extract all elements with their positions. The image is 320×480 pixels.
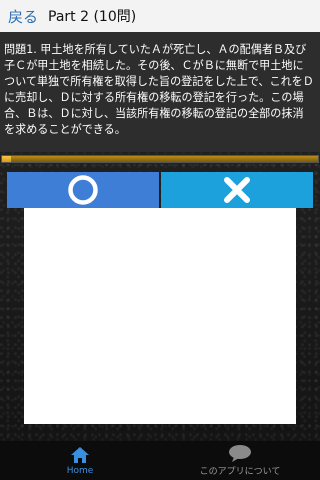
back-button[interactable]: 戻る xyxy=(8,6,38,27)
progress-fill xyxy=(2,156,12,162)
header-bar: 戻る Part 2 (10問) xyxy=(0,0,320,33)
page-title: Part 2 (10問) xyxy=(48,9,137,25)
answer-panel xyxy=(24,208,296,424)
question-text: 問題1. 甲土地を所有していたＡが死亡し、Ａの配偶者Ｂ及び子Ｃが甲土地を相続した… xyxy=(0,32,320,152)
correct-button[interactable] xyxy=(7,172,159,208)
home-icon xyxy=(71,446,89,463)
answer-buttons xyxy=(7,172,313,208)
cross-icon xyxy=(224,177,250,203)
nav-home-label: Home xyxy=(66,465,94,476)
speech-bubble-icon xyxy=(229,445,251,462)
wrong-button[interactable] xyxy=(161,172,313,208)
progress-track xyxy=(2,156,318,162)
progress-bar xyxy=(0,154,320,164)
nav-about[interactable]: このアプリについて xyxy=(160,441,320,480)
nav-about-label: このアプリについて xyxy=(199,467,281,477)
circle-icon xyxy=(68,175,98,205)
nav-home[interactable]: Home xyxy=(0,441,160,480)
bottom-nav: Home このアプリについて xyxy=(0,441,320,480)
